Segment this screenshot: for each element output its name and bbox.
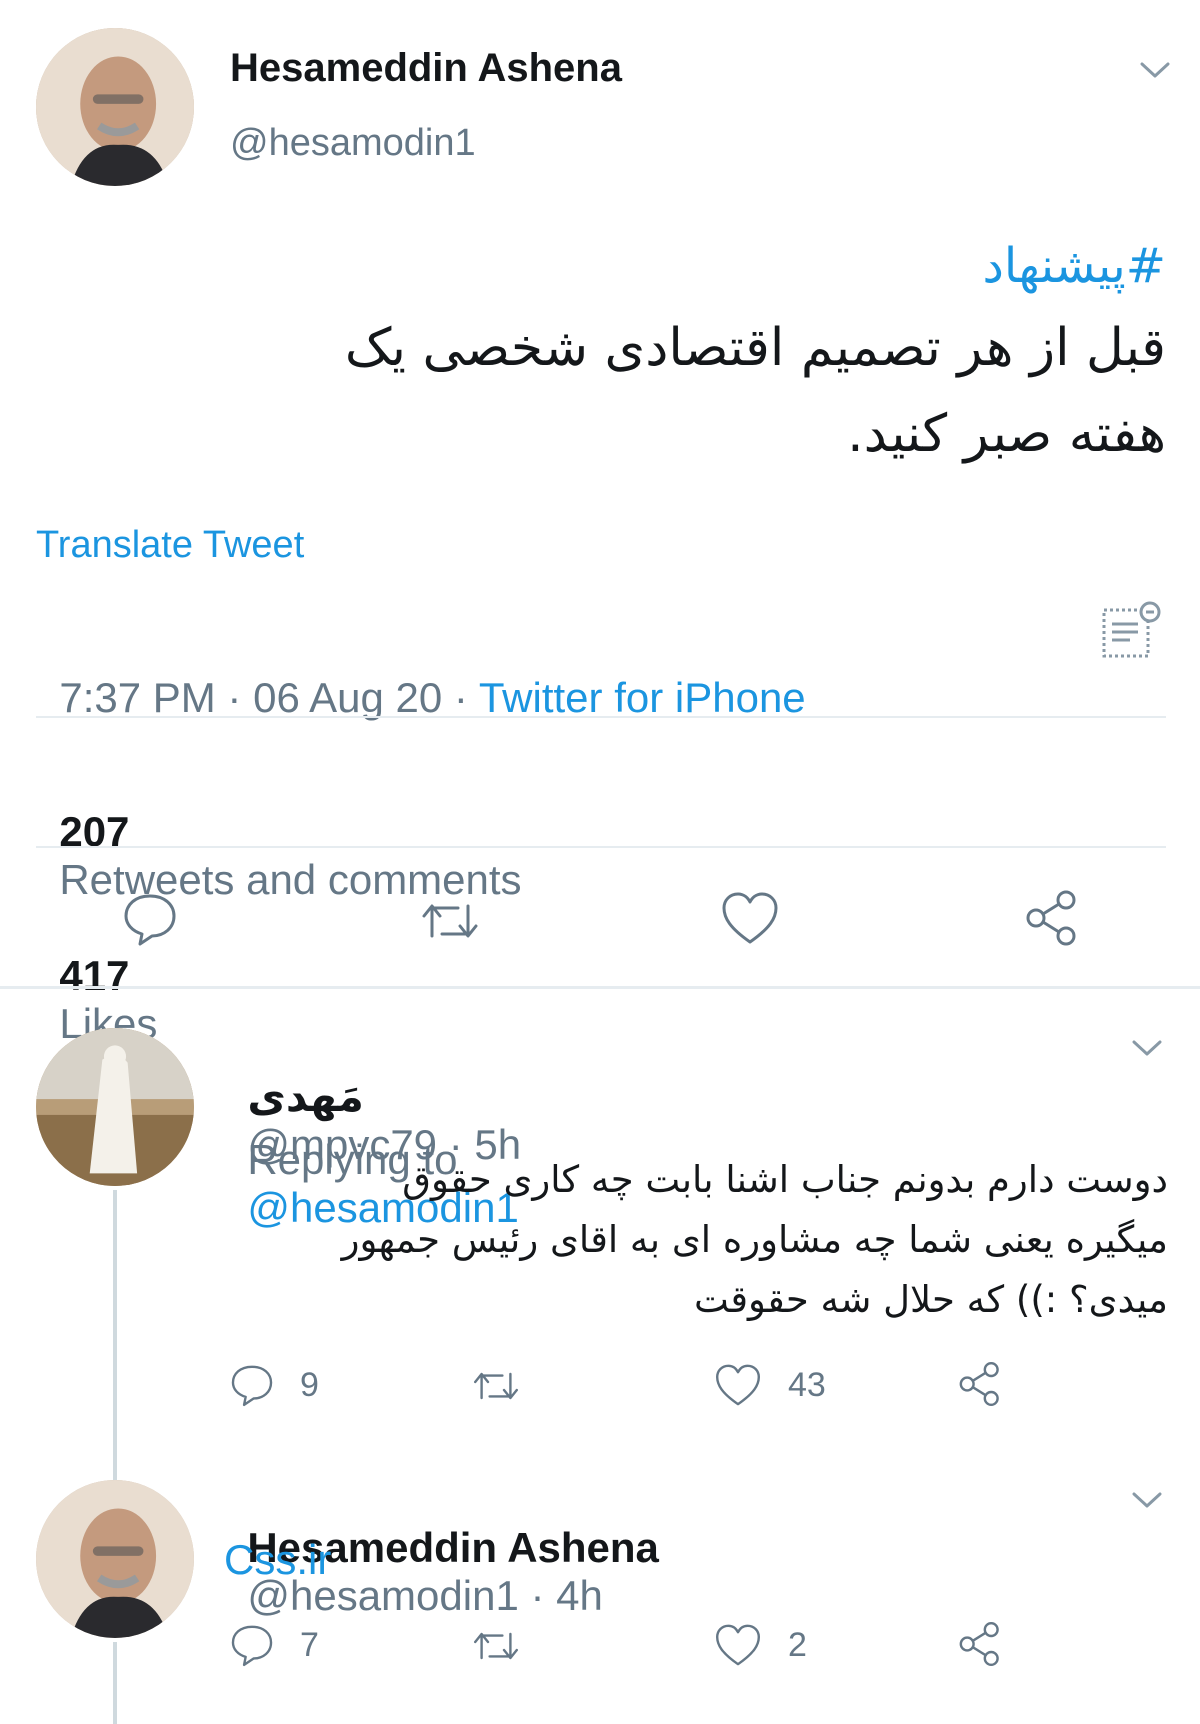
avatar-photo xyxy=(36,1480,194,1638)
thread-line xyxy=(113,1190,117,1480)
like-icon[interactable] xyxy=(714,1622,762,1668)
timestamp: 7:37 PM · 06 Aug 20 · xyxy=(59,674,479,721)
retweet-icon[interactable] xyxy=(418,896,482,946)
thread-line xyxy=(113,1642,117,1724)
reply2-link[interactable]: Css.ir xyxy=(224,1536,331,1584)
reply2-reply-count[interactable]: 7 xyxy=(300,1626,319,1665)
avatar-photo xyxy=(36,1028,194,1186)
reply1-avatar[interactable] xyxy=(36,1028,194,1186)
analytics-icon[interactable] xyxy=(1100,600,1162,662)
reply-icon[interactable] xyxy=(120,890,180,948)
likes-count[interactable]: 417 xyxy=(59,952,129,999)
share-icon[interactable] xyxy=(956,1620,1004,1668)
like-icon[interactable] xyxy=(720,890,780,946)
reply1-reply-count[interactable]: 9 xyxy=(300,1366,319,1405)
reply1-like-count[interactable]: 43 xyxy=(788,1366,826,1405)
source-link[interactable]: Twitter for iPhone xyxy=(479,674,806,721)
like-icon[interactable] xyxy=(714,1362,762,1408)
tweet-text-line-2: هفته صبر کنید. xyxy=(847,404,1166,464)
chevron-down-icon[interactable] xyxy=(1130,1488,1164,1512)
translate-tweet-link[interactable]: Translate Tweet xyxy=(36,524,304,567)
avatar-photo xyxy=(36,28,194,186)
divider xyxy=(36,846,1166,848)
reply-icon[interactable] xyxy=(228,1362,276,1408)
chevron-down-icon[interactable] xyxy=(1130,1036,1164,1060)
retweet-icon[interactable] xyxy=(470,1366,522,1406)
divider xyxy=(0,986,1200,989)
tweet-meta: 7:37 PM · 06 Aug 20 · Twitter for iPhone xyxy=(36,626,806,722)
reply-icon[interactable] xyxy=(228,1622,276,1668)
chevron-down-icon[interactable] xyxy=(1138,58,1172,82)
divider xyxy=(36,716,1166,718)
main-avatar[interactable] xyxy=(36,28,194,186)
author-handle[interactable]: @hesamodin1 xyxy=(230,122,476,165)
reply2-avatar[interactable] xyxy=(36,1480,194,1638)
reply1-text-line-2: میگیره یعنی شما چه مشاوره ای به اقای رئی… xyxy=(341,1218,1168,1261)
reply2-like-count[interactable]: 2 xyxy=(788,1626,807,1665)
author-name[interactable]: Hesameddin Ashena xyxy=(230,46,622,91)
share-icon[interactable] xyxy=(956,1360,1004,1408)
reply1-text-line-3: میدی؟ :)) که حلال شه حقوقت xyxy=(694,1278,1168,1321)
hashtag-link[interactable]: #پیشنهاد xyxy=(983,238,1167,294)
retweet-icon[interactable] xyxy=(470,1626,522,1666)
reply1-text-line-1: دوست دارم بدونم جناب اشنا بابت چه کاری ح… xyxy=(402,1158,1168,1201)
share-icon[interactable] xyxy=(1022,888,1082,948)
tweet-text-line-1: قبل از هر تصمیم اقتصادی شخصی یک xyxy=(344,318,1166,378)
